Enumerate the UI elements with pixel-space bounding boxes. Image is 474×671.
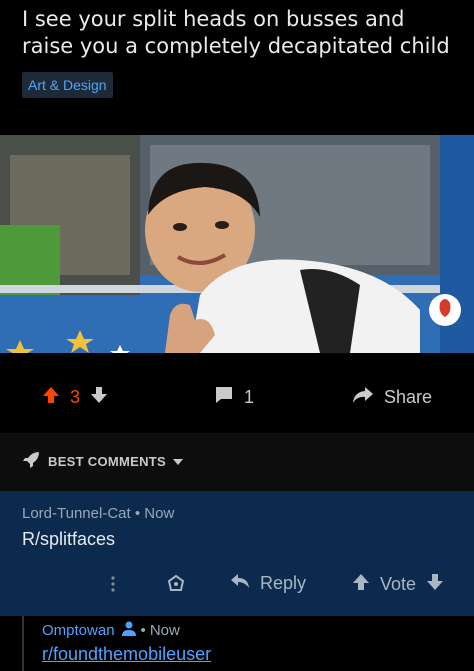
person-icon bbox=[121, 620, 137, 640]
vote-control: Vote bbox=[352, 573, 444, 596]
reply-label: Reply bbox=[260, 573, 307, 593]
reply-button[interactable]: Reply bbox=[230, 573, 306, 594]
post-flair[interactable]: Art & Design bbox=[22, 72, 113, 98]
award-button[interactable] bbox=[166, 574, 186, 599]
comment-author[interactable]: Omptowan bbox=[42, 622, 115, 639]
reply-comment[interactable]: Omptowan • Now r/foundthemobileuser bbox=[0, 616, 474, 671]
comment-body: R/splitfaces bbox=[22, 529, 116, 549]
thread-line[interactable] bbox=[22, 616, 24, 671]
comment-count: 1 bbox=[244, 387, 255, 407]
vote-label: Vote bbox=[380, 574, 417, 594]
award-icon bbox=[166, 574, 186, 599]
bus-photo bbox=[0, 135, 474, 353]
share-label: Share bbox=[384, 387, 433, 407]
reply-icon bbox=[230, 573, 250, 594]
post-image[interactable] bbox=[0, 135, 474, 353]
comment-time: Now bbox=[144, 505, 175, 522]
post-title[interactable]: I see your split heads on busses and rai… bbox=[22, 6, 452, 60]
arrow-down-icon[interactable] bbox=[90, 386, 108, 409]
arrow-up-icon[interactable] bbox=[42, 386, 60, 409]
meta-separator: • bbox=[134, 505, 141, 522]
comment-author[interactable]: Lord-Tunnel-Cat bbox=[22, 505, 131, 522]
comments-button[interactable]: 1 bbox=[214, 386, 264, 409]
comment-actions: Reply Vote bbox=[0, 569, 474, 605]
sort-label: BEST COMMENTS bbox=[48, 454, 167, 469]
comment[interactable]: Lord-Tunnel-Cat • Now R/splitfaces Reply… bbox=[0, 491, 474, 616]
comment-icon bbox=[214, 386, 234, 409]
more-vertical-icon bbox=[110, 575, 116, 598]
comment-meta: Lord-Tunnel-Cat • Now bbox=[22, 505, 174, 522]
comment-meta: Omptowan • Now bbox=[42, 620, 180, 640]
post-header: I see your split heads on busses and rai… bbox=[0, 0, 474, 135]
chevron-down-icon bbox=[172, 454, 184, 469]
post-actions-bar: 3 1 Share bbox=[0, 353, 474, 433]
arrow-down-icon[interactable] bbox=[426, 573, 444, 596]
vote-group: 3 bbox=[42, 386, 108, 409]
share-button[interactable]: Share bbox=[352, 386, 442, 409]
arrow-up-icon[interactable] bbox=[352, 573, 370, 596]
comment-sort-bar[interactable]: BEST COMMENTS bbox=[0, 434, 474, 491]
comment-time: Now bbox=[149, 621, 180, 639]
share-icon bbox=[352, 386, 374, 409]
rocket-icon bbox=[22, 451, 40, 472]
subreddit-link[interactable]: r/foundthemobileuser bbox=[42, 644, 211, 665]
more-options-button[interactable] bbox=[110, 575, 116, 598]
upvote-count: 3 bbox=[70, 387, 81, 407]
meta-separator: • bbox=[140, 621, 146, 639]
